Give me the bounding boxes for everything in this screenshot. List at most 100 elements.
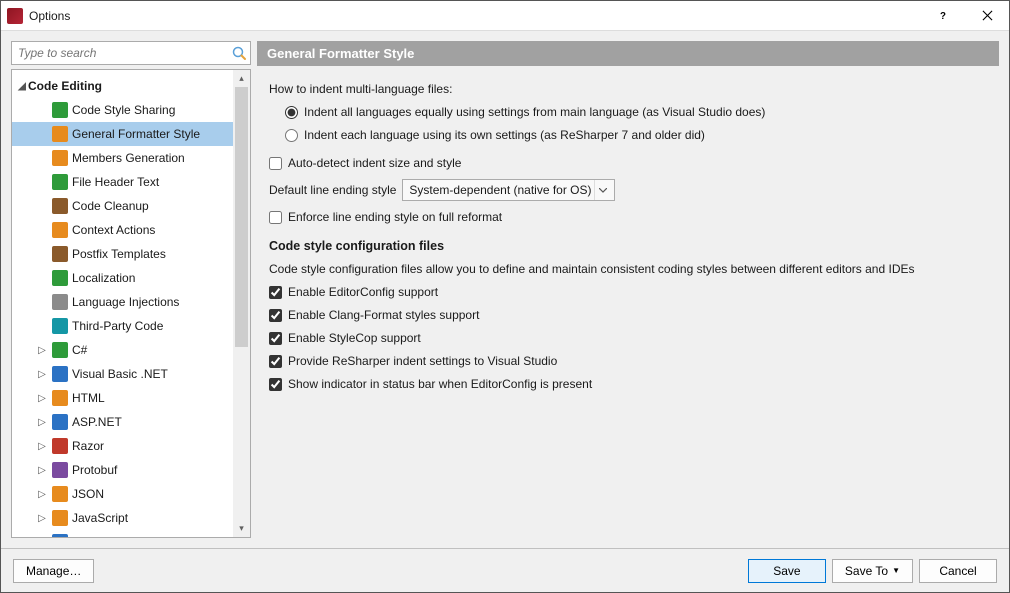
- tree-item[interactable]: ▷ JavaScript: [12, 506, 233, 530]
- tree-item[interactable]: ▷ Razor: [12, 434, 233, 458]
- checkbox-label: Show indicator in status bar when Editor…: [288, 377, 592, 391]
- tree-item-icon: [52, 126, 68, 142]
- editorconfig-checkbox-row[interactable]: Enable EditorConfig support: [269, 282, 987, 302]
- statusbar-indicator-checkbox-row[interactable]: Show indicator in status bar when Editor…: [269, 374, 987, 394]
- tree-item-icon: [52, 342, 68, 358]
- close-button[interactable]: [965, 1, 1009, 31]
- tree[interactable]: ◢Code Editing Code Style Sharing General F…: [12, 70, 233, 537]
- window-title: Options: [29, 9, 921, 23]
- tree-item-label: Razor: [72, 439, 104, 453]
- search-icon: [231, 45, 247, 61]
- tree-item[interactable]: Context Actions: [12, 218, 233, 242]
- expand-icon[interactable]: ▷: [36, 369, 48, 380]
- content-header: General Formatter Style: [257, 41, 999, 66]
- tree-item[interactable]: Third-Party Code: [12, 314, 233, 338]
- tree-item-label: C#: [72, 343, 87, 357]
- checkbox-label: Enable Clang-Format styles support: [288, 308, 479, 322]
- checkbox-label: Auto-detect indent size and style: [288, 156, 461, 170]
- search-input[interactable]: [11, 41, 251, 65]
- save-button[interactable]: Save: [748, 559, 826, 583]
- tree-item[interactable]: General Formatter Style: [12, 122, 233, 146]
- indent-radio-2-input[interactable]: [285, 129, 298, 142]
- enforce-checkbox[interactable]: [269, 211, 282, 224]
- expand-icon[interactable]: ▷: [36, 441, 48, 452]
- line-ending-combo[interactable]: System-dependent (native for OS): [402, 179, 614, 201]
- config-heading: Code style configuration files: [269, 239, 987, 253]
- cancel-button[interactable]: Cancel: [919, 559, 997, 583]
- expand-icon[interactable]: ▷: [36, 513, 48, 524]
- stylecop-checkbox-row[interactable]: Enable StyleCop support: [269, 328, 987, 348]
- autodetect-checkbox-row[interactable]: Auto-detect indent size and style: [269, 153, 987, 173]
- tree-item-icon: [52, 198, 68, 214]
- scroll-track[interactable]: [233, 87, 250, 520]
- tree-root-label: Code Editing: [28, 79, 102, 93]
- scroll-down-arrow[interactable]: ▾: [233, 520, 250, 537]
- enforce-checkbox-row[interactable]: Enforce line ending style on full reform…: [269, 207, 987, 227]
- help-button[interactable]: ?: [921, 1, 965, 31]
- save-to-button[interactable]: Save To ▼: [832, 559, 913, 583]
- clangformat-checkbox-row[interactable]: Enable Clang-Format styles support: [269, 305, 987, 325]
- button-label: Save: [773, 564, 800, 578]
- button-label: Save To: [845, 564, 888, 578]
- expand-icon[interactable]: ▷: [36, 537, 48, 538]
- tree-item-label: HTML: [72, 391, 105, 405]
- tree-item-icon: [52, 102, 68, 118]
- expand-icon[interactable]: ▷: [36, 393, 48, 404]
- expand-icon[interactable]: ▷: [36, 489, 48, 500]
- statusbar-indicator-checkbox[interactable]: [269, 378, 282, 391]
- tree-item[interactable]: Members Generation: [12, 146, 233, 170]
- tree-item-icon: [52, 222, 68, 238]
- tree-item[interactable]: File Header Text: [12, 170, 233, 194]
- scroll-thumb[interactable]: [235, 87, 248, 347]
- tree-item[interactable]: ▷Visual Basic .NET: [12, 362, 233, 386]
- tree-item-icon: [52, 294, 68, 310]
- tree-item[interactable]: Postfix Templates: [12, 242, 233, 266]
- tree-item[interactable]: ▷ HTML: [12, 386, 233, 410]
- tree-item[interactable]: Language Injections: [12, 290, 233, 314]
- help-icon: ?: [937, 10, 949, 22]
- clangformat-checkbox[interactable]: [269, 309, 282, 322]
- tree-item[interactable]: ▷Protobuf: [12, 458, 233, 482]
- tree-scrollbar[interactable]: ▴ ▾: [233, 70, 250, 537]
- tree-item-label: Postfix Templates: [72, 247, 166, 261]
- tree-item[interactable]: Code Cleanup: [12, 194, 233, 218]
- checkbox-label: Enforce line ending style on full reform…: [288, 210, 502, 224]
- tree-item-label: JavaScript: [72, 511, 128, 525]
- content-panel: General Formatter Style How to indent mu…: [257, 41, 999, 538]
- search-button[interactable]: [229, 43, 249, 63]
- manage-button[interactable]: Manage…: [13, 559, 94, 583]
- expand-icon[interactable]: ▷: [36, 345, 48, 356]
- tree-item-icon: [52, 246, 68, 262]
- expand-icon[interactable]: ▷: [36, 417, 48, 428]
- tree-item[interactable]: ▷JSON: [12, 482, 233, 506]
- scroll-up-arrow[interactable]: ▴: [233, 70, 250, 87]
- tree-item[interactable]: ▷TypeScript: [12, 530, 233, 537]
- tree-item[interactable]: Code Style Sharing: [12, 98, 233, 122]
- tree-item[interactable]: Localization: [12, 266, 233, 290]
- tree-root[interactable]: ◢Code Editing: [12, 74, 233, 98]
- editorconfig-checkbox[interactable]: [269, 286, 282, 299]
- titlebar: Options ?: [1, 1, 1009, 31]
- resharper-indent-checkbox-row[interactable]: Provide ReSharper indent settings to Vis…: [269, 351, 987, 371]
- tree-item-label: Code Style Sharing: [72, 103, 175, 117]
- tree-wrap: ◢Code Editing Code Style Sharing General F…: [11, 69, 251, 538]
- indent-radio-1-input[interactable]: [285, 106, 298, 119]
- chevron-down-icon: [594, 180, 612, 200]
- autodetect-checkbox[interactable]: [269, 157, 282, 170]
- tree-item[interactable]: ▷ ASP.NET: [12, 410, 233, 434]
- tree-item-label: Context Actions: [72, 223, 155, 237]
- indent-radio-2[interactable]: Indent each language using its own setti…: [269, 125, 987, 145]
- stylecop-checkbox[interactable]: [269, 332, 282, 345]
- button-label: Cancel: [939, 564, 976, 578]
- resharper-indent-checkbox[interactable]: [269, 355, 282, 368]
- tree-item-label: ASP.NET: [72, 415, 122, 429]
- close-icon: [982, 10, 993, 21]
- indent-radio-1[interactable]: Indent all languages equally using setti…: [269, 102, 987, 122]
- tree-item-label: Language Injections: [72, 295, 179, 309]
- svg-text:?: ?: [940, 11, 946, 22]
- radio-label: Indent all languages equally using setti…: [304, 105, 765, 119]
- tree-item-icon: [52, 510, 68, 526]
- expand-icon[interactable]: ▷: [36, 465, 48, 476]
- collapse-icon[interactable]: ◢: [16, 81, 28, 92]
- tree-item[interactable]: ▷ C#: [12, 338, 233, 362]
